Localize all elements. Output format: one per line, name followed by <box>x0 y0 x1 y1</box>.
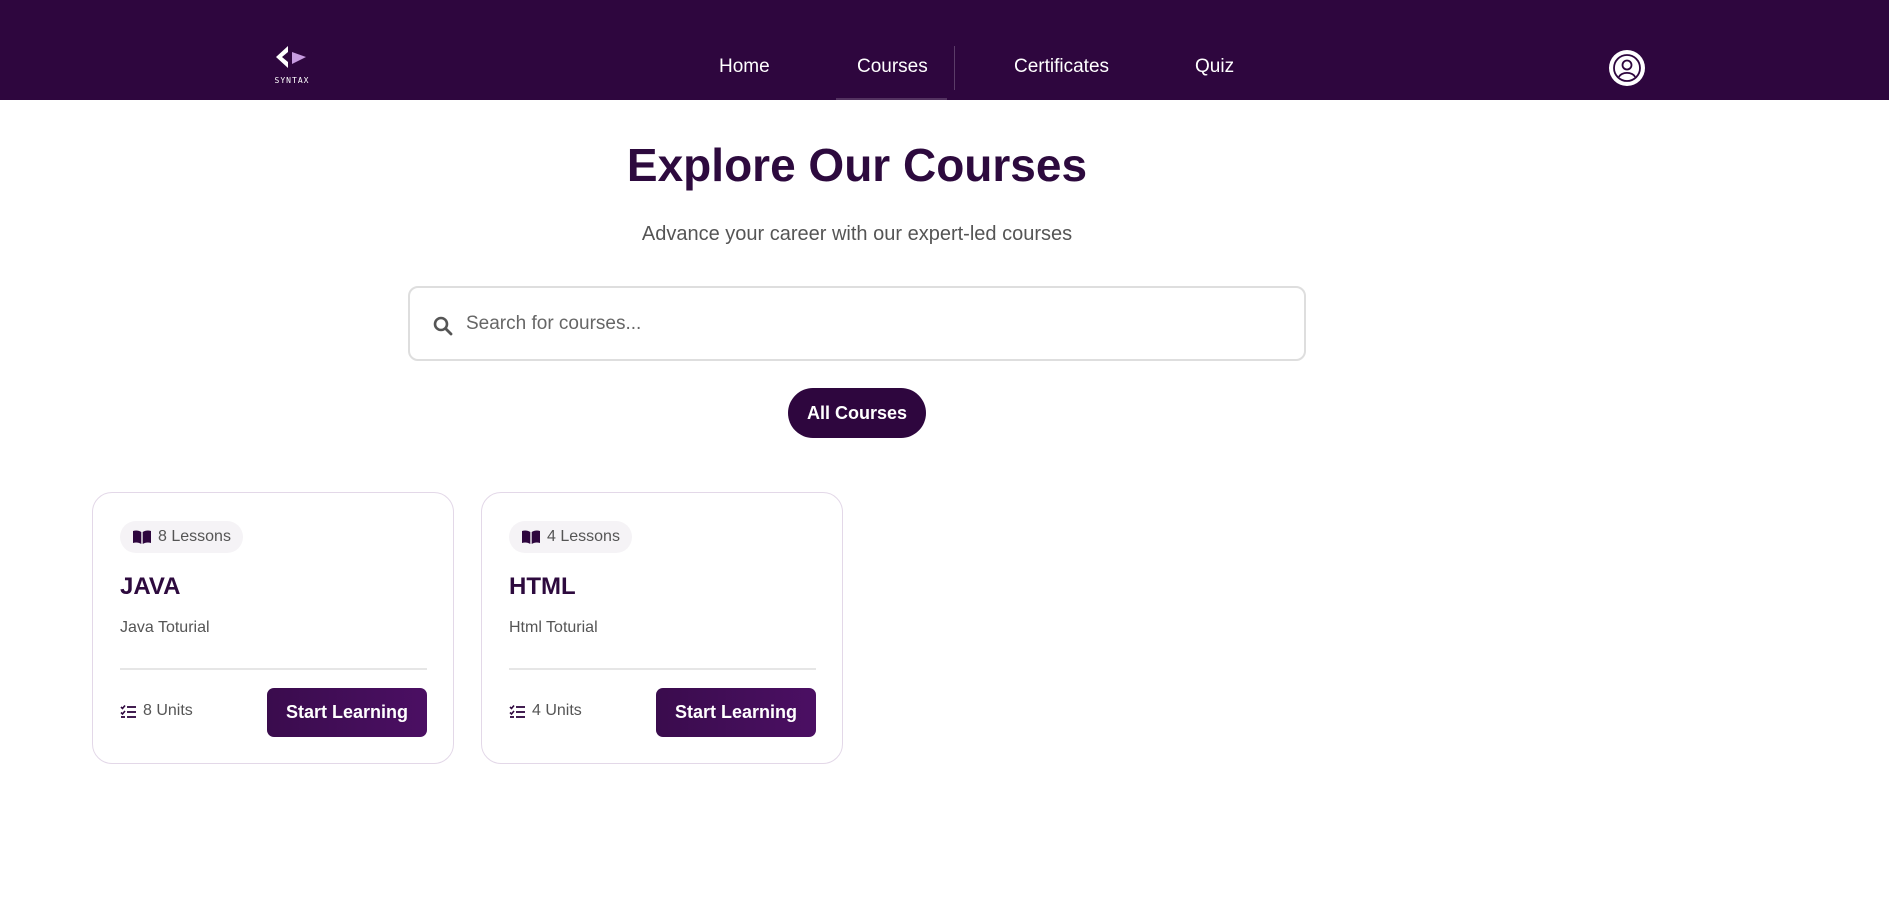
start-learning-button[interactable]: Start Learning <box>267 688 427 737</box>
course-title: HTML <box>509 573 576 600</box>
course-description: Html Toturial <box>509 619 598 636</box>
units-count: 8 Units <box>143 702 193 719</box>
list-check-icon <box>120 704 136 718</box>
nav-active-indicator <box>836 98 947 100</box>
course-card-html: 4 Lessons HTML Html Toturial 4 Units Sta… <box>481 492 843 764</box>
course-description: Java Toturial <box>120 619 210 636</box>
units-info: 4 Units <box>509 702 582 720</box>
units-info: 8 Units <box>120 702 193 720</box>
course-card-java: 8 Lessons JAVA Java Toturial 8 Units Sta… <box>92 492 454 764</box>
book-open-icon <box>522 530 540 544</box>
course-title: JAVA <box>120 573 181 600</box>
nav-courses[interactable]: Courses <box>857 56 928 78</box>
start-learning-button[interactable]: Start Learning <box>656 688 816 737</box>
card-divider <box>509 668 816 670</box>
lessons-badge: 4 Lessons <box>509 521 632 553</box>
lessons-badge: 8 Lessons <box>120 521 243 553</box>
page-title: Explore Our Courses <box>626 139 1088 191</box>
lessons-count: 4 Lessons <box>547 528 620 545</box>
page-subtitle: Advance your career with our expert-led … <box>641 223 1073 245</box>
nav-certificates[interactable]: Certificates <box>1014 56 1109 78</box>
filter-all-courses[interactable]: All Courses <box>788 388 926 438</box>
search-input[interactable] <box>466 290 1286 358</box>
navbar: SYNTAX Home Courses Certificates Quiz <box>0 0 1889 100</box>
card-divider <box>120 668 427 670</box>
nav-divider <box>954 46 955 90</box>
nav-quiz[interactable]: Quiz <box>1195 56 1234 78</box>
units-count: 4 Units <box>532 702 582 719</box>
list-check-icon <box>509 704 525 718</box>
search-icon <box>433 316 453 336</box>
lessons-count: 8 Lessons <box>158 528 231 545</box>
user-circle-icon <box>1613 54 1641 82</box>
nav-home[interactable]: Home <box>719 56 770 78</box>
search-box <box>408 286 1306 361</box>
profile-avatar[interactable] <box>1609 50 1645 86</box>
book-open-icon <box>133 530 151 544</box>
main-nav: Home Courses Certificates Quiz <box>0 0 1889 100</box>
